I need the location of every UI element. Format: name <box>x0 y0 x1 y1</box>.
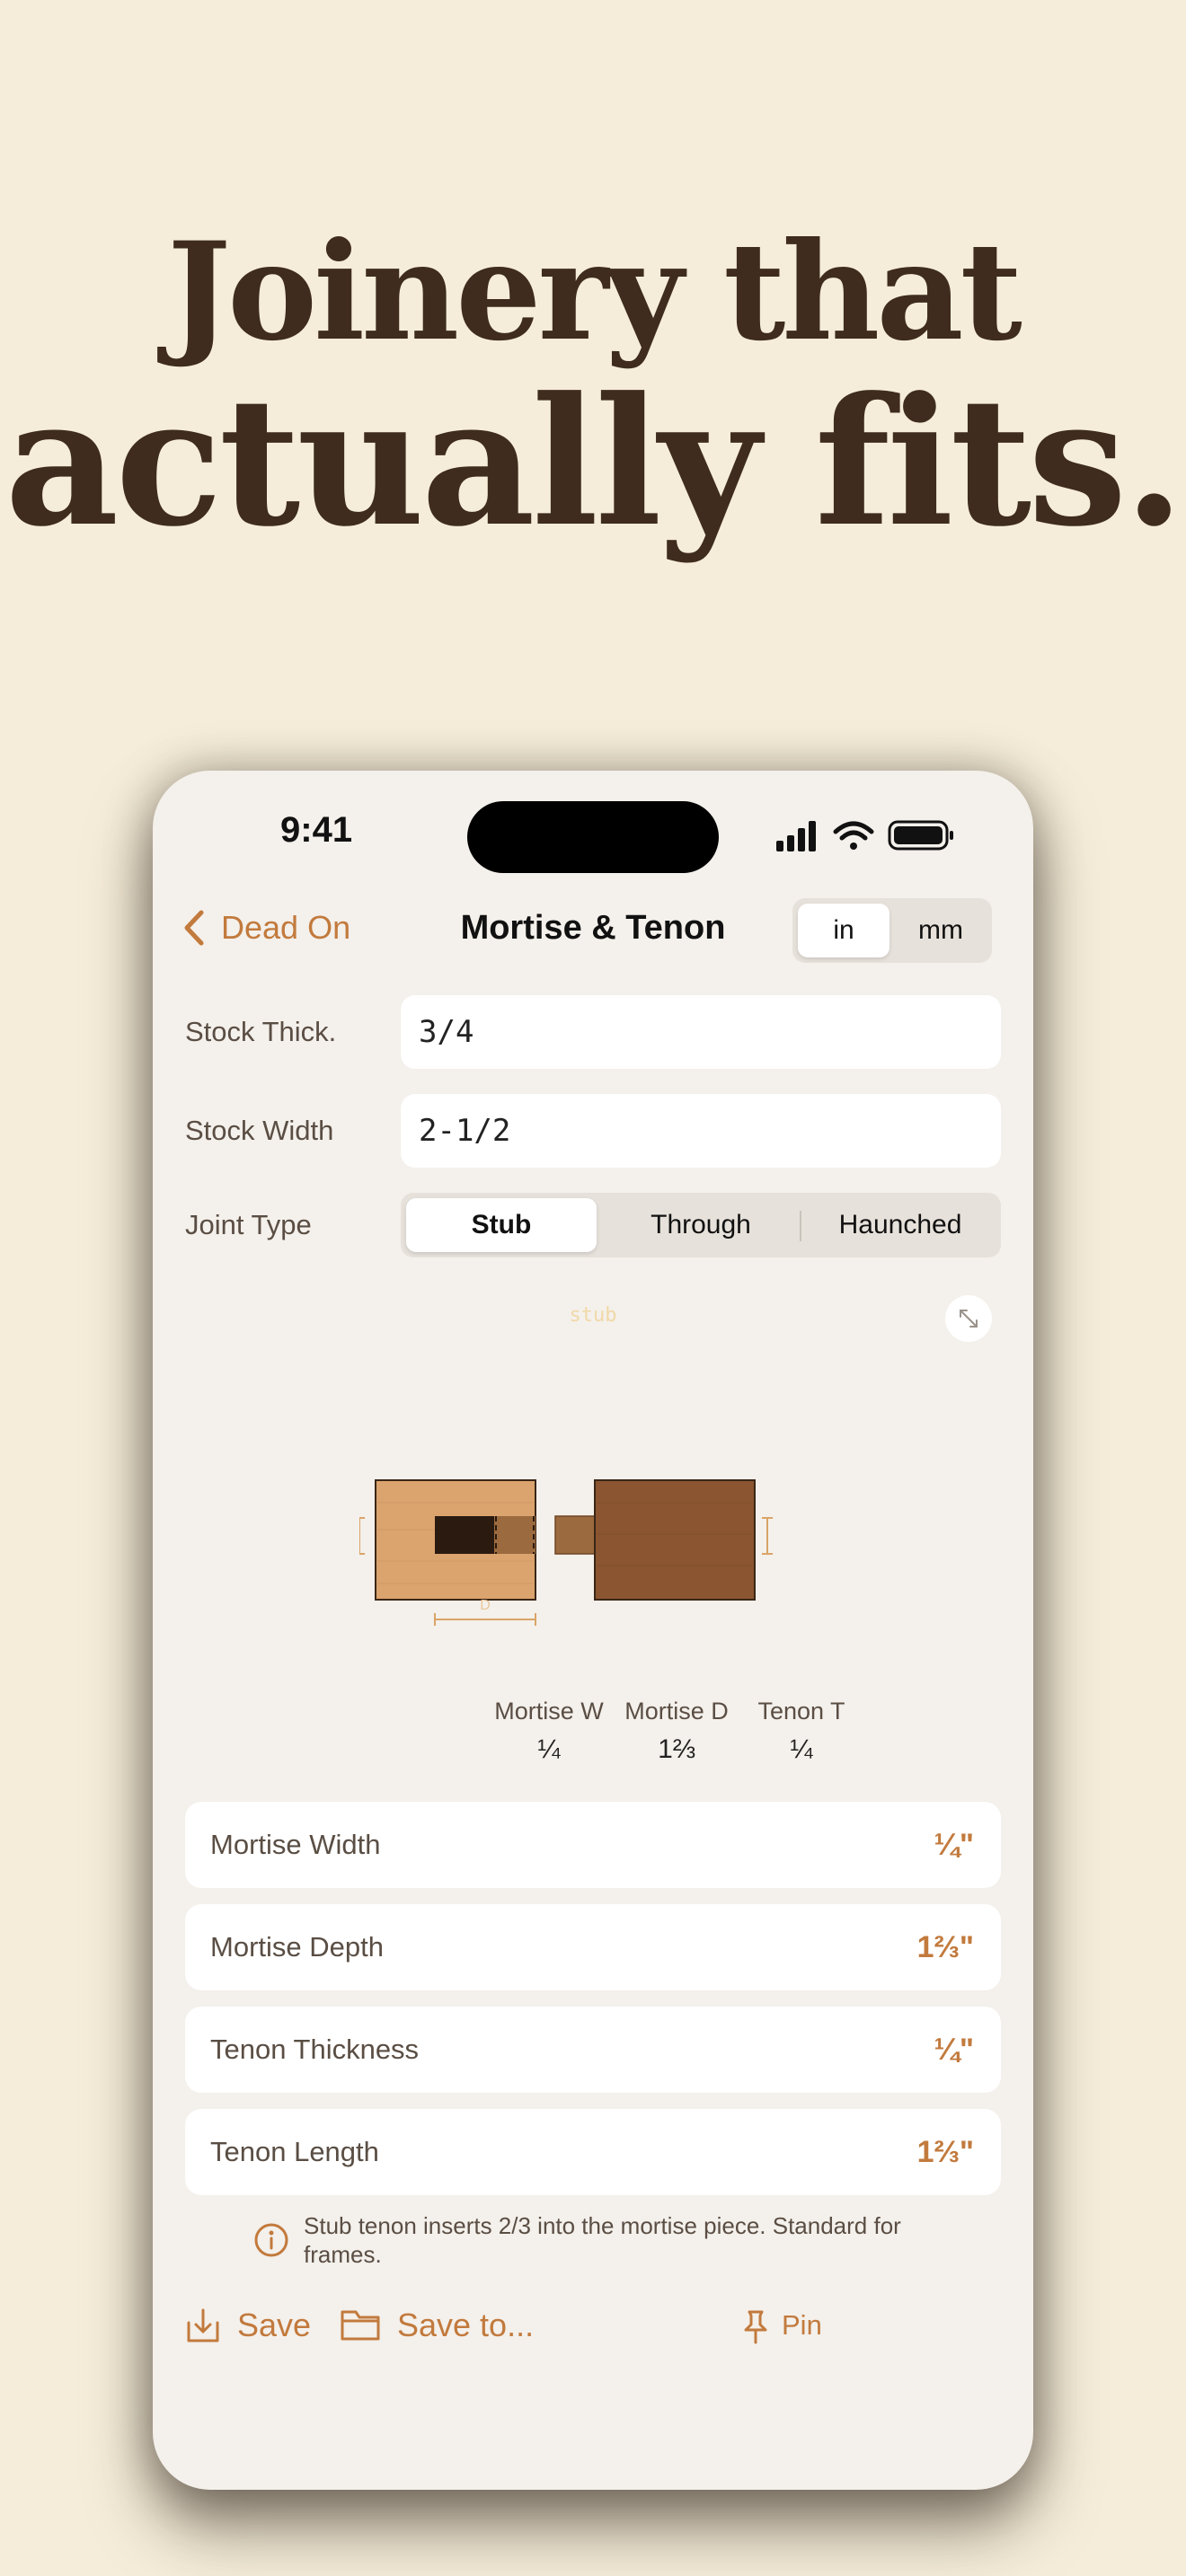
dim-value: ¼ <box>790 1734 813 1764</box>
unit-toggle: in mm <box>792 898 992 963</box>
result-row-tenon-thickness[interactable]: Tenon Thickness ¼" <box>185 2007 1001 2093</box>
pin-icon <box>744 2310 767 2344</box>
folder-icon <box>341 2310 380 2341</box>
result-row-mortise-depth[interactable]: Mortise Depth 1⅔" <box>185 1904 1001 1990</box>
dim-label: Tenon T <box>757 1698 845 1725</box>
dynamic-island <box>467 801 719 873</box>
back-button[interactable]: Dead On <box>221 905 350 950</box>
result-row-mortise-width[interactable]: Mortise Width ¼" <box>185 1802 1001 1888</box>
joint-diagram: D <box>359 1479 773 1626</box>
stock-width-field <box>401 1094 1001 1168</box>
joint-option-through[interactable]: Through <box>606 1198 796 1252</box>
diagram-tag: stub <box>569 1304 617 1327</box>
joint-option-stub[interactable]: Stub <box>406 1198 597 1252</box>
dim-value: ¼ <box>537 1734 561 1764</box>
headline-line-1: Joinery that <box>167 213 1022 371</box>
tenon-piece <box>594 1479 756 1601</box>
result-value: 1⅔" <box>916 1930 974 1964</box>
page-title: Mortise & Tenon <box>460 909 726 947</box>
download-icon <box>187 2308 219 2342</box>
result-value: ¼" <box>934 2033 974 2067</box>
dim-label: Mortise W <box>494 1698 604 1725</box>
dim-tenon-thickness: Tenon T ¼ <box>730 1698 873 1765</box>
info-note: Stub tenon inserts 2/3 into the mortise … <box>304 2212 901 2268</box>
dim-label: Mortise D <box>624 1698 729 1725</box>
tenon-tongue <box>494 1516 535 1554</box>
result-row-tenon-length[interactable]: Tenon Length 1⅔" <box>185 2109 1001 2195</box>
chevron-left-icon[interactable] <box>176 905 212 950</box>
result-label: Mortise Depth <box>210 1931 384 1963</box>
signal-icon <box>776 821 816 851</box>
segment-divider <box>800 1211 801 1241</box>
pin-button[interactable]: Pin <box>742 2303 859 2348</box>
dim-mortise-width: Mortise W ¼ <box>477 1698 621 1765</box>
stock-thick-input[interactable] <box>401 995 994 1069</box>
status-icons <box>776 820 953 851</box>
result-label: Mortise Width <box>210 1829 381 1860</box>
unit-option-mm[interactable]: mm <box>895 904 987 957</box>
joint-type-label: Joint Type <box>185 1209 312 1240</box>
dim-value: 1⅔ <box>658 1734 695 1764</box>
stock-width-label: Stock Width <box>185 1115 334 1146</box>
info-icon <box>254 2223 288 2257</box>
stock-width-input[interactable] <box>401 1094 994 1168</box>
wifi-icon <box>833 821 874 850</box>
save-to-button[interactable]: Save to... <box>340 2303 573 2348</box>
result-label: Tenon Thickness <box>210 2033 420 2065</box>
stock-thick-field <box>401 995 1001 1069</box>
headline-line-2: actually fits. <box>4 359 1184 566</box>
save-button[interactable]: Save <box>185 2303 347 2348</box>
status-time: 9:41 <box>280 810 353 850</box>
joint-option-haunched[interactable]: Haunched <box>805 1198 996 1252</box>
battery-icon <box>888 820 953 851</box>
depth-dimension-label: D <box>480 1598 491 1613</box>
save-label: Save <box>237 2307 312 2343</box>
result-label: Tenon Length <box>210 2136 379 2167</box>
joint-type-selector: Stub Through Haunched <box>401 1193 1001 1257</box>
result-value: ¼" <box>934 1828 974 1862</box>
stock-thick-label: Stock Thick. <box>185 1016 337 1047</box>
phone-screen: 9:41 Dead On Mortise & Tenon in mm Stock… <box>153 771 1033 2490</box>
save-to-label: Save to... <box>397 2307 535 2343</box>
mortise-cavity <box>435 1516 494 1554</box>
result-value: 1⅔" <box>916 2135 974 2169</box>
dim-mortise-depth: Mortise D 1⅔ <box>605 1698 748 1765</box>
pin-label: Pin <box>782 2309 822 2341</box>
unit-option-in[interactable]: in <box>798 904 890 957</box>
expand-icon[interactable] <box>945 1295 992 1342</box>
